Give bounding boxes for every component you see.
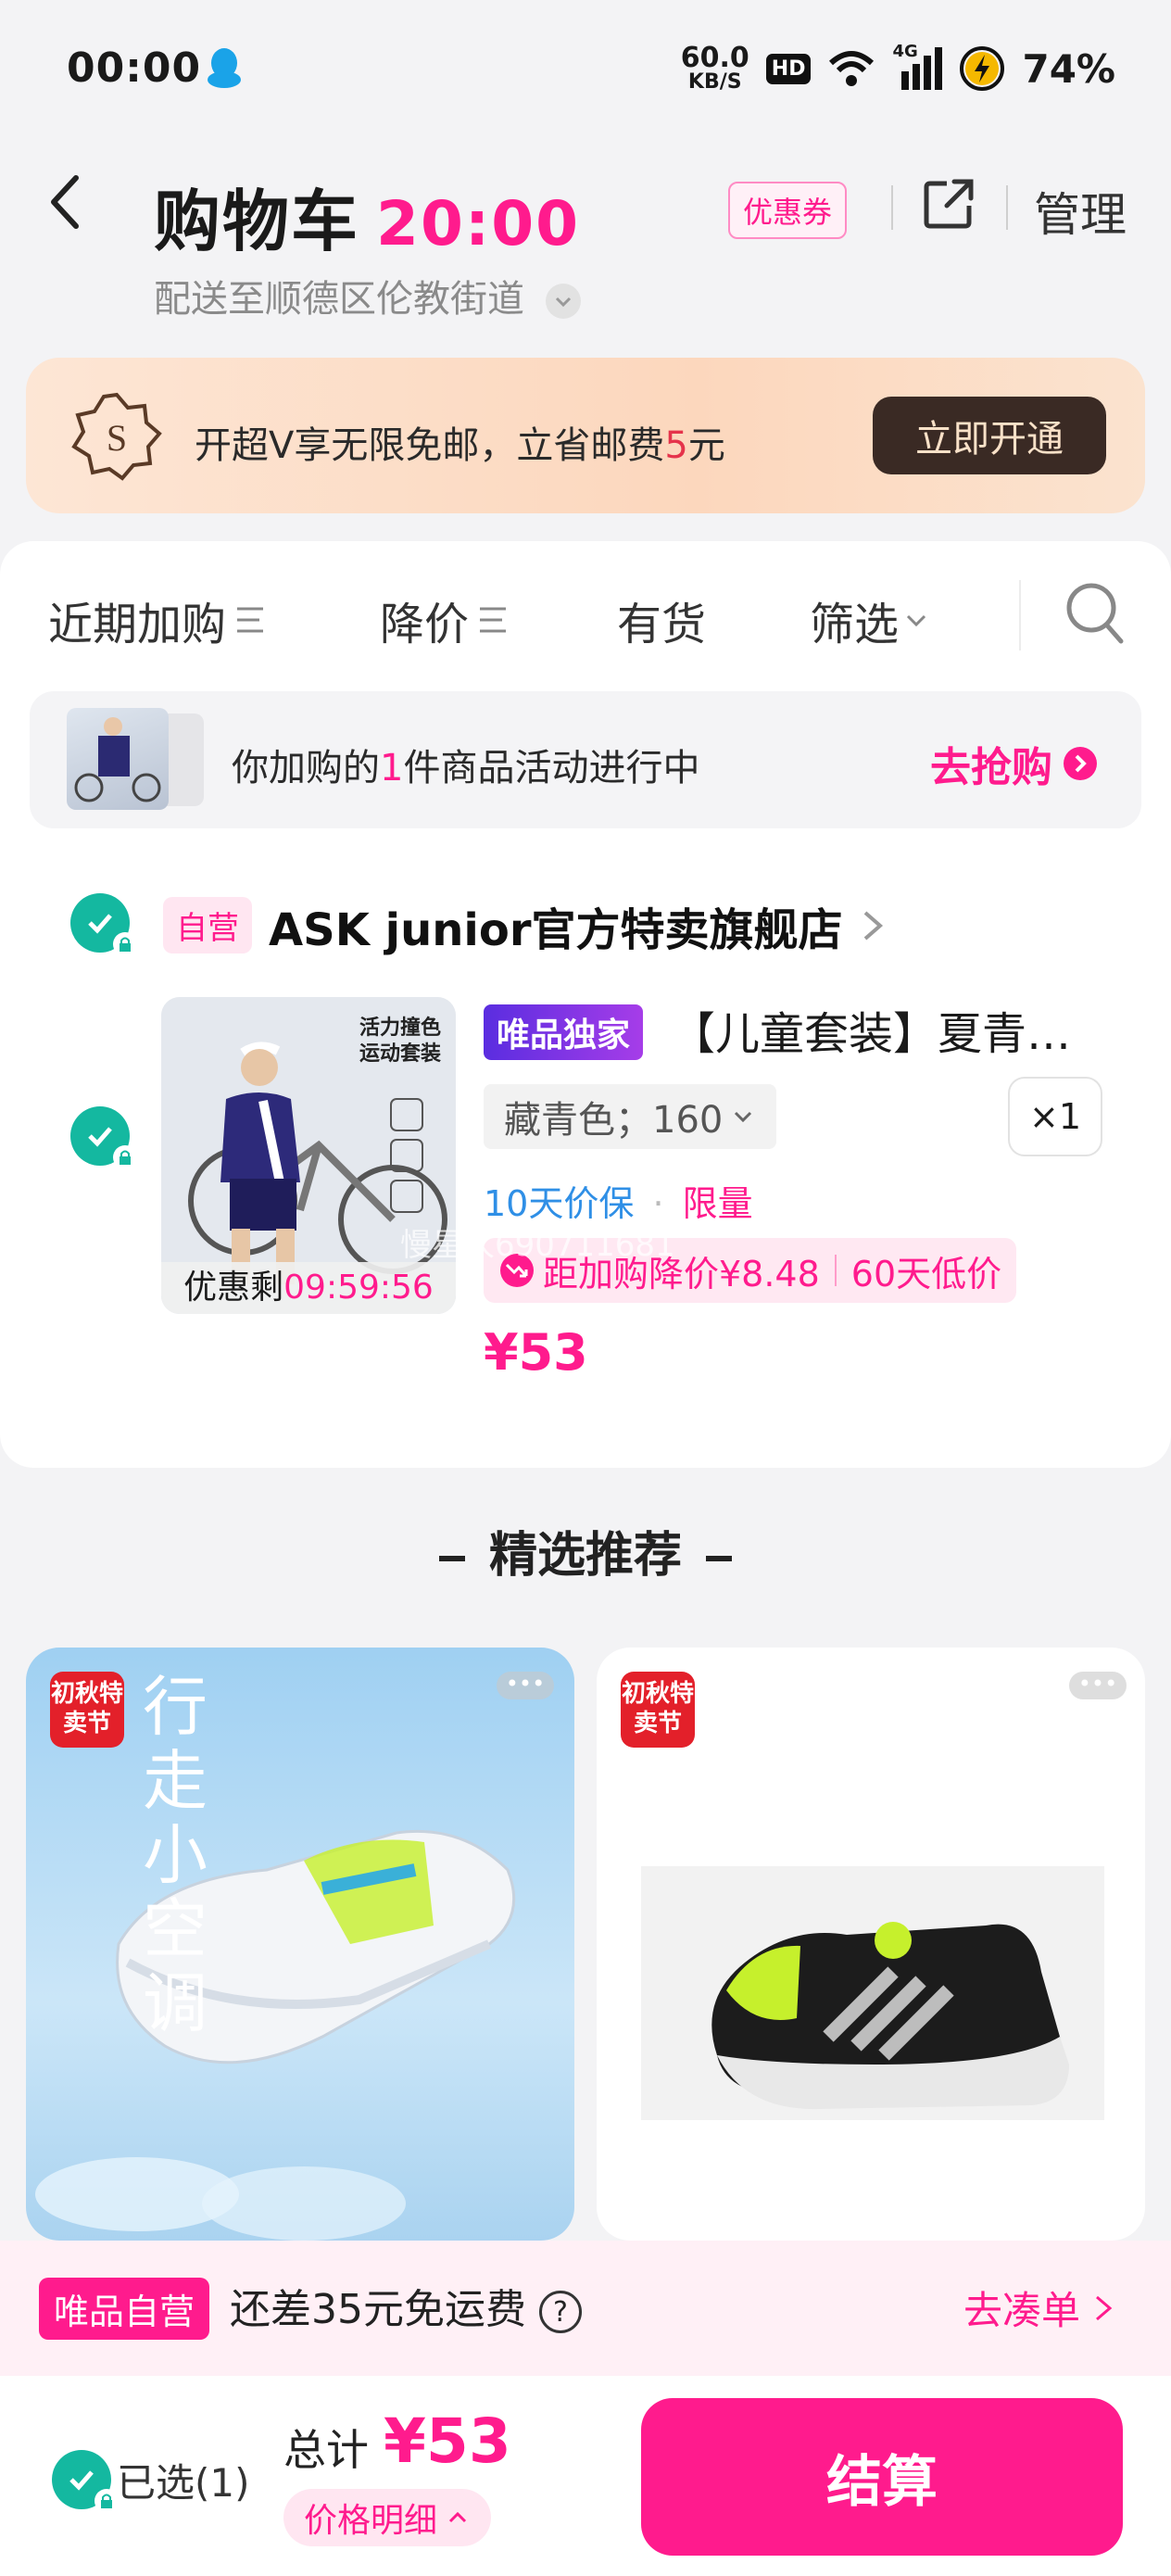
product-image [641,1866,1104,2120]
filter-recent[interactable]: 近期加购 [48,587,269,652]
chevron-down-icon [545,284,581,319]
price-detail-button[interactable]: 价格明细 [283,2489,492,2546]
battery-percent: 74% [1022,45,1115,92]
checkmark-icon [88,914,112,934]
exclusive-badge: 唯品独家 [484,1004,644,1060]
divider [891,185,893,230]
address-text: 配送至顺德区伦教街道 [154,278,524,321]
arrow-right-circle-icon [1064,747,1097,780]
spec-selector[interactable]: 藏青色；160 [484,1084,777,1149]
address-selector[interactable]: 配送至顺德区伦教街道 [154,269,581,322]
cell-signal-icon: 4G [892,42,943,90]
selected-count: 已选(1) [117,2460,250,2506]
lock-icon [113,932,137,956]
self-operated-badge: 唯品自营 [39,2278,210,2340]
watermark: 慢星人690711681 [400,1227,675,1264]
recommend-title: 精选推荐 [0,1516,1171,1585]
overlay-slogan: 行走小空调 [143,1669,211,2041]
promo-text: 你加购的1件商品活动进行中 [232,747,700,789]
quantity-stepper[interactable]: ×1 [1008,1077,1102,1156]
back-icon[interactable] [46,165,83,239]
total-label: 总计 [283,2425,369,2475]
status-right: 60.0 KB/S HD 4G 74% [680,42,1115,95]
chevron-down-icon [735,1111,752,1123]
product-checkbox[interactable] [70,1106,137,1169]
price-guarantee-tag: 10天价保 [484,1183,635,1224]
super-vip-icon: S [71,392,162,481]
net-speed: 60.0 KB/S [680,42,749,94]
countdown: 20:00 [376,188,581,259]
status-time: 00:00 [67,44,202,92]
lock-icon [94,2489,119,2513]
qq-icon [208,48,241,88]
divider [1006,185,1008,230]
lock-icon [113,1145,137,1169]
product-tags: 10天价保 · 限量 [484,1183,753,1224]
checkmark-icon [88,1127,112,1147]
discount-countdown: 优惠剩09:59:56 [161,1262,456,1314]
chevron-right-icon [1096,2295,1113,2320]
vip-text: 开超V享无限免邮，立省邮费5元 [195,424,725,467]
store-checkbox[interactable] [70,893,137,956]
divider [1019,580,1021,650]
manage-button[interactable]: 管理 [1034,178,1127,245]
shipping-text: 还差35元免运费? [230,2276,582,2335]
promo-tag: 初秋特卖节 [50,1672,124,1748]
search-icon[interactable] [1064,580,1127,647]
product-price: ¥53 [484,1323,588,1382]
limited-tag: 限量 [682,1183,753,1224]
help-icon[interactable]: ? [539,2291,582,2333]
add-on-button[interactable]: 去凑单 [963,2279,1117,2336]
chevron-up-icon [448,2511,467,2523]
share-icon[interactable] [923,178,975,230]
store-name-link[interactable]: ASK junior官方特卖旗舰店 [269,893,889,958]
page-title: 购物车 20:00 [154,167,580,264]
recommend-card[interactable]: 初秋特卖节 ••• [597,1648,1145,2241]
title-text: 购物车 [154,183,360,260]
vip-activate-button[interactable]: 立即开通 [873,397,1106,474]
sort-icon [480,607,507,633]
more-icon[interactable]: ••• [497,1672,554,1699]
product-name[interactable]: 【儿童套装】夏青少年男童运动套装 [671,997,1106,1062]
filter-bar: 近期加购 降价 有货 筛选 [48,587,1160,650]
recommend-card[interactable]: 初秋特卖节 行走小空调 ••• [26,1648,574,2241]
total-amount: ¥53 [384,2406,511,2477]
promo-go-button[interactable]: 去抢购 [930,734,1099,793]
chevron-right-icon [863,911,883,941]
hd-badge: HD [765,53,812,84]
checkout-button[interactable]: 结算 [641,2398,1123,2556]
chevron-down-icon [906,614,926,627]
select-all-checkbox[interactable] [52,2450,119,2513]
coupon-button[interactable]: 优惠券 [728,182,848,239]
filter-in-stock[interactable]: 有货 [617,587,706,652]
filter-price-drop[interactable]: 降价 [380,587,511,652]
battery-charging-icon [960,46,1005,91]
wifi-icon [829,51,875,86]
self-operated-badge: 自营 [163,897,252,953]
promo-thumbnail [67,708,169,810]
checkmark-icon [69,2470,94,2491]
svg-text:S: S [107,417,127,459]
sort-icon [237,607,264,633]
filter-more[interactable]: 筛选 [810,587,930,652]
image-overlay-text: 活力撞色 运动套装 [359,1017,441,1066]
